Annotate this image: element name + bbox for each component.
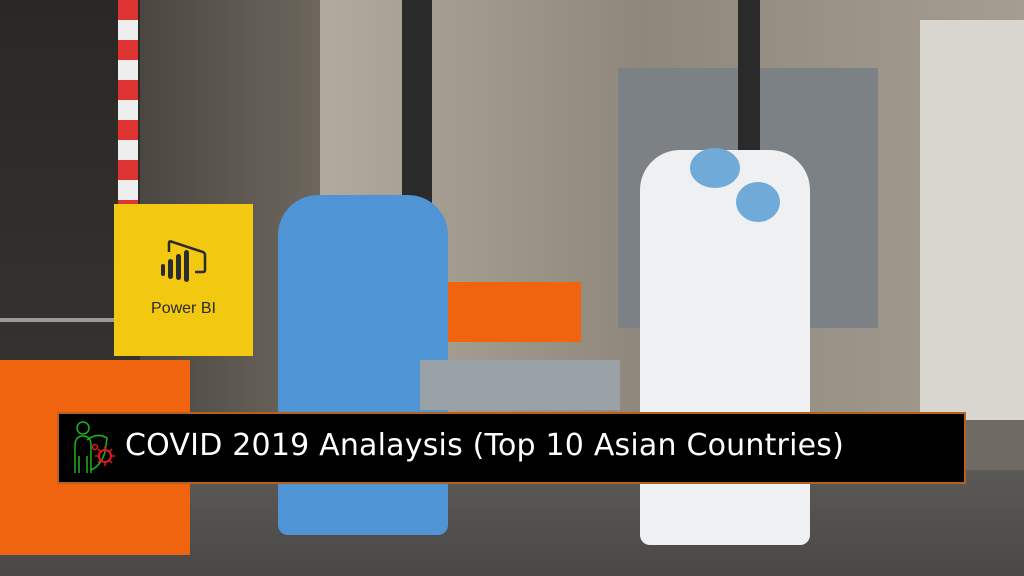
person-virus-shield-icon — [74, 421, 115, 473]
title-banner: COVID 2019 Analaysis (Top 10 Asian Count… — [57, 412, 966, 484]
banner-title: COVID 2019 Analaysis (Top 10 Asian Count… — [125, 428, 844, 463]
power-bi-logo: Power BI — [114, 204, 253, 356]
power-bi-label: Power BI — [151, 300, 216, 317]
power-bi-chart-icon — [161, 240, 207, 282]
